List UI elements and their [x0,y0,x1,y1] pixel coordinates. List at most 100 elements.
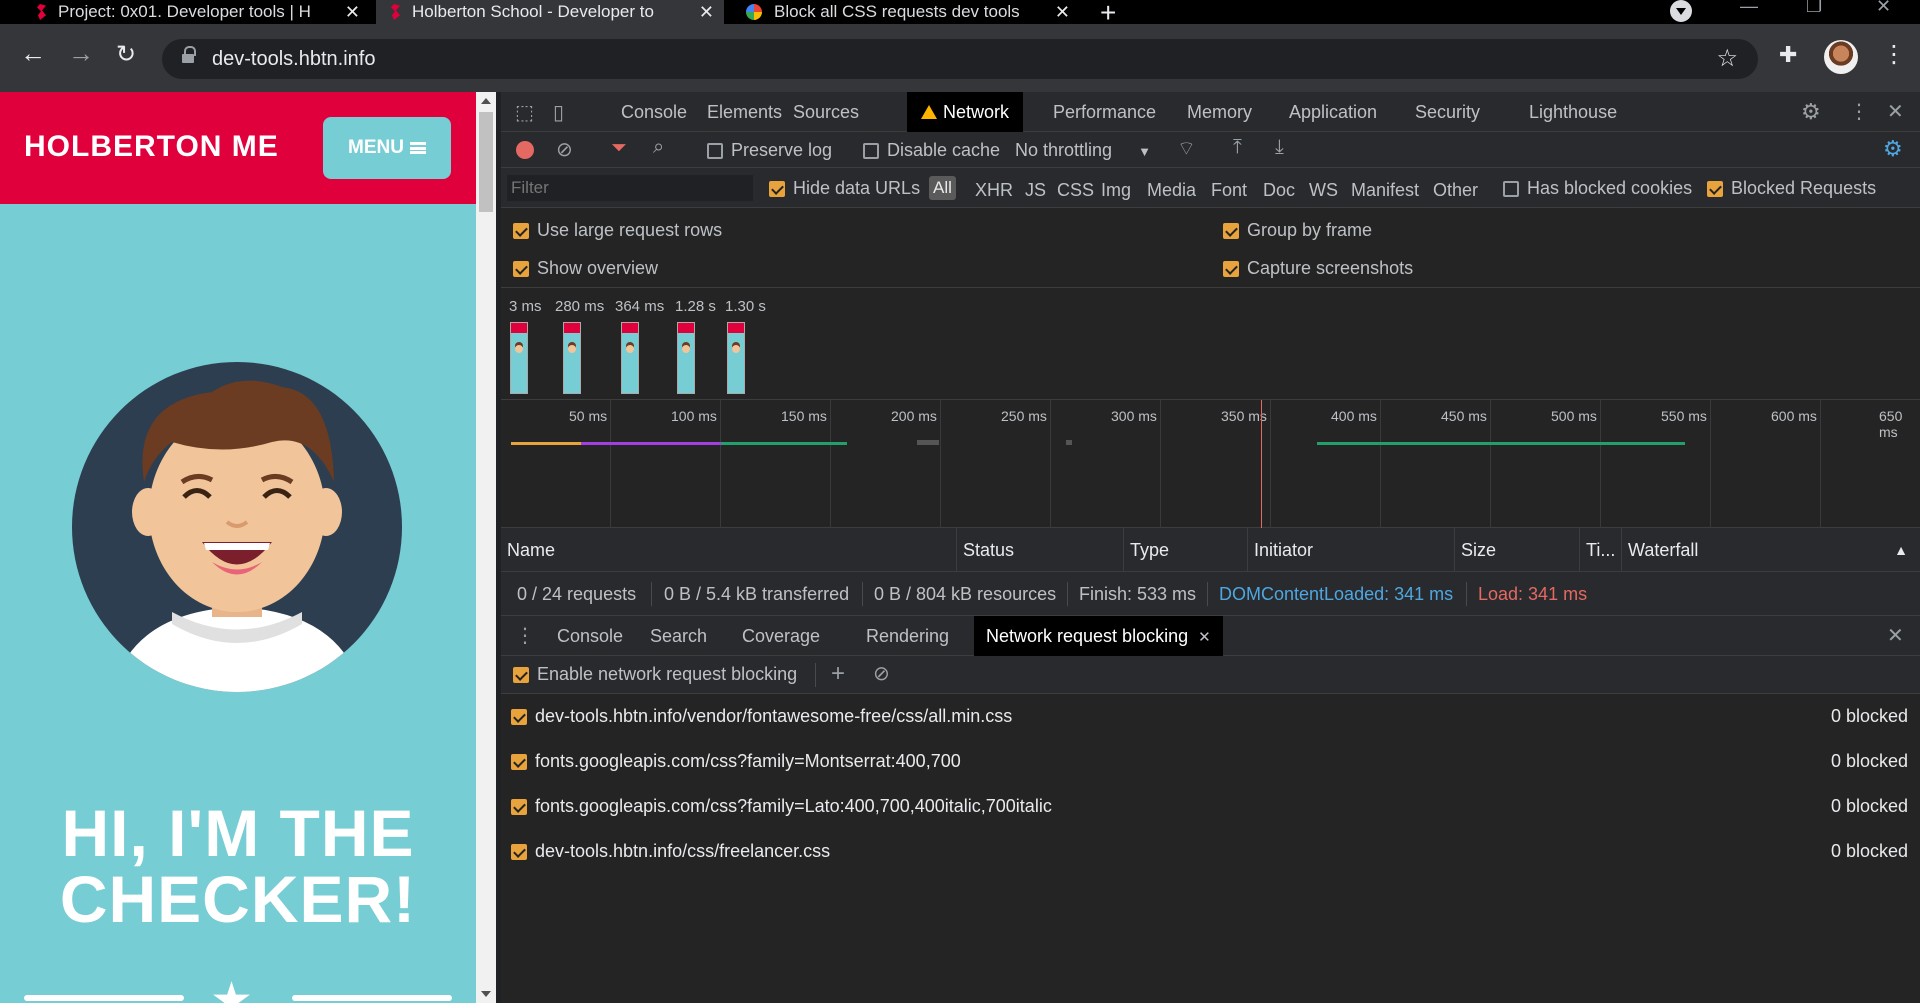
has-blocked-cookies-checkbox[interactable]: Has blocked cookies [1503,178,1692,199]
timeline-overview[interactable]: 50 ms 100 ms 150 ms 200 ms 250 ms 300 ms… [501,400,1920,528]
drawer-tab-console[interactable]: Console [545,616,635,656]
checkbox-checked[interactable] [1223,261,1239,277]
drawer-tab-network-request-blocking[interactable]: Network request blocking ✕ [974,616,1223,656]
tab-network[interactable]: Network [907,92,1024,132]
screenshot-thumbnail[interactable] [510,322,528,394]
filter-type-font[interactable]: Font [1211,180,1247,201]
close-tab-icon[interactable]: ✕ [345,2,360,23]
network-settings-icon[interactable]: ⚙ [1883,136,1903,162]
drawer-tab-rendering[interactable]: Rendering [854,616,961,656]
address-bar[interactable]: dev-tools.hbtn.info ☆ [162,39,1758,79]
filter-type-css[interactable]: CSS [1057,180,1094,201]
checkbox-checked[interactable] [511,754,527,770]
column-status[interactable]: Status [956,528,1123,572]
column-name[interactable]: Name [501,528,956,572]
search-icon[interactable]: ⌕ [653,136,664,159]
close-tab-icon[interactable]: ✕ [1055,2,1070,23]
filter-type-js[interactable]: JS [1025,180,1046,201]
record-icon[interactable] [516,141,534,159]
filter-type-manifest[interactable]: Manifest [1351,180,1419,201]
browser-menu-icon[interactable]: ⋮ [1882,40,1906,69]
inspect-element-icon[interactable]: ⬚ [515,100,534,125]
checkbox[interactable] [863,143,879,159]
column-size[interactable]: Size [1454,528,1579,572]
extensions-icon[interactable]: ✚ [1779,42,1797,68]
disable-cache-checkbox[interactable]: Disable cache [863,140,1000,161]
tab-sources[interactable]: Sources [779,92,873,132]
filter-type-all[interactable]: All [929,176,956,200]
back-icon[interactable]: ← [20,38,46,69]
checkbox-checked[interactable] [769,181,785,197]
checkbox-checked[interactable] [1707,181,1723,197]
checkbox-checked[interactable] [1223,223,1239,239]
export-har-icon[interactable]: ⤓ [1275,136,1284,159]
blocking-pattern-row[interactable]: fonts.googleapis.com/css?family=Montserr… [501,739,1920,784]
drawer-tab-coverage[interactable]: Coverage [730,616,832,656]
filter-type-other[interactable]: Other [1433,180,1478,201]
enable-blocking-checkbox[interactable]: Enable network request blocking [513,664,797,685]
menu-button[interactable]: MENU [323,117,451,179]
network-conditions-icon[interactable]: ⌔ [1177,136,1196,161]
close-drawer-tab-icon[interactable]: ✕ [1198,629,1211,646]
filter-input[interactable] [507,175,753,201]
clear-icon[interactable]: ⊘ [556,137,573,162]
show-overview-checkbox[interactable]: Show overview [513,258,658,279]
tab-performance[interactable]: Performance [1039,92,1170,132]
column-waterfall[interactable]: Waterfall ▲ [1621,528,1920,572]
pattern-entry[interactable]: fonts.googleapis.com/css?family=Lato:400… [511,796,1052,817]
remove-all-patterns-icon[interactable]: ⊘ [873,661,890,686]
column-initiator[interactable]: Initiator [1247,528,1454,572]
blocking-pattern-row[interactable]: dev-tools.hbtn.info/css/freelancer.css 0… [501,829,1920,874]
filter-icon[interactable]: ⏷ [611,137,627,160]
checkbox-checked[interactable] [511,844,527,860]
screenshot-thumbnail[interactable] [621,322,639,394]
tab-security[interactable]: Security [1401,92,1494,132]
checkbox-checked[interactable] [513,223,529,239]
browser-tab[interactable]: Project: 0x01. Developer tools | H ✕ [22,0,370,24]
settings-gear-icon[interactable]: ⚙ [1801,99,1821,125]
restore-icon[interactable]: ❐ [1806,0,1822,17]
filter-type-xhr[interactable]: XHR [975,180,1013,201]
bookmark-star-icon[interactable]: ☆ [1716,44,1738,73]
pattern-entry[interactable]: fonts.googleapis.com/css?family=Montserr… [511,751,961,772]
blocking-pattern-row[interactable]: dev-tools.hbtn.info/vendor/fontawesome-f… [501,694,1920,739]
checkbox-checked[interactable] [511,799,527,815]
large-rows-checkbox[interactable]: Use large request rows [513,220,722,241]
blocking-pattern-row[interactable]: fonts.googleapis.com/css?family=Lato:400… [501,784,1920,829]
checkbox[interactable] [1503,181,1519,197]
filter-type-doc[interactable]: Doc [1263,180,1295,201]
browser-tab-active[interactable]: Holberton School - Developer to ✕ [376,0,724,24]
scrollbar-thumb[interactable] [479,112,493,212]
device-toolbar-icon[interactable]: ▯ [553,100,564,125]
drawer-tab-search[interactable]: Search [638,616,719,656]
checkbox[interactable] [707,143,723,159]
pattern-entry[interactable]: dev-tools.hbtn.info/css/freelancer.css [511,841,830,862]
minimize-icon[interactable]: — [1740,0,1758,17]
close-tab-icon[interactable]: ✕ [699,2,714,23]
drawer-menu-icon[interactable]: ⋮ [515,623,535,648]
add-pattern-icon[interactable]: + [831,660,845,688]
lock-icon[interactable] [182,46,196,65]
screenshot-thumbnail[interactable] [563,322,581,394]
tab-console[interactable]: Console [607,92,701,132]
checkbox-checked[interactable] [511,709,527,725]
devtools-menu-icon[interactable]: ⋮ [1849,99,1869,124]
reload-icon[interactable]: ↻ [116,40,136,69]
capture-screenshots-checkbox[interactable]: Capture screenshots [1223,258,1413,279]
close-devtools-icon[interactable]: ✕ [1887,99,1904,124]
tab-search-icon[interactable] [1670,0,1692,22]
brand-logo[interactable]: HOLBERTON ME [24,130,279,164]
page-scrollbar[interactable] [476,92,496,1003]
screenshot-thumbnail[interactable] [727,322,745,394]
scroll-up-icon[interactable] [481,98,491,104]
checkbox-checked[interactable] [513,261,529,277]
column-time[interactable]: Ti... [1579,528,1621,572]
tab-lighthouse[interactable]: Lighthouse [1515,92,1631,132]
hide-data-urls-checkbox[interactable]: Hide data URLs [769,178,920,199]
screenshot-thumbnail[interactable] [677,322,695,394]
column-type[interactable]: Type [1123,528,1247,572]
import-har-icon[interactable]: ⤒ [1233,136,1242,159]
throttling-select[interactable]: No throttling ▼ [1015,140,1151,161]
filter-type-img[interactable]: Img [1101,180,1131,201]
tab-memory[interactable]: Memory [1173,92,1266,132]
